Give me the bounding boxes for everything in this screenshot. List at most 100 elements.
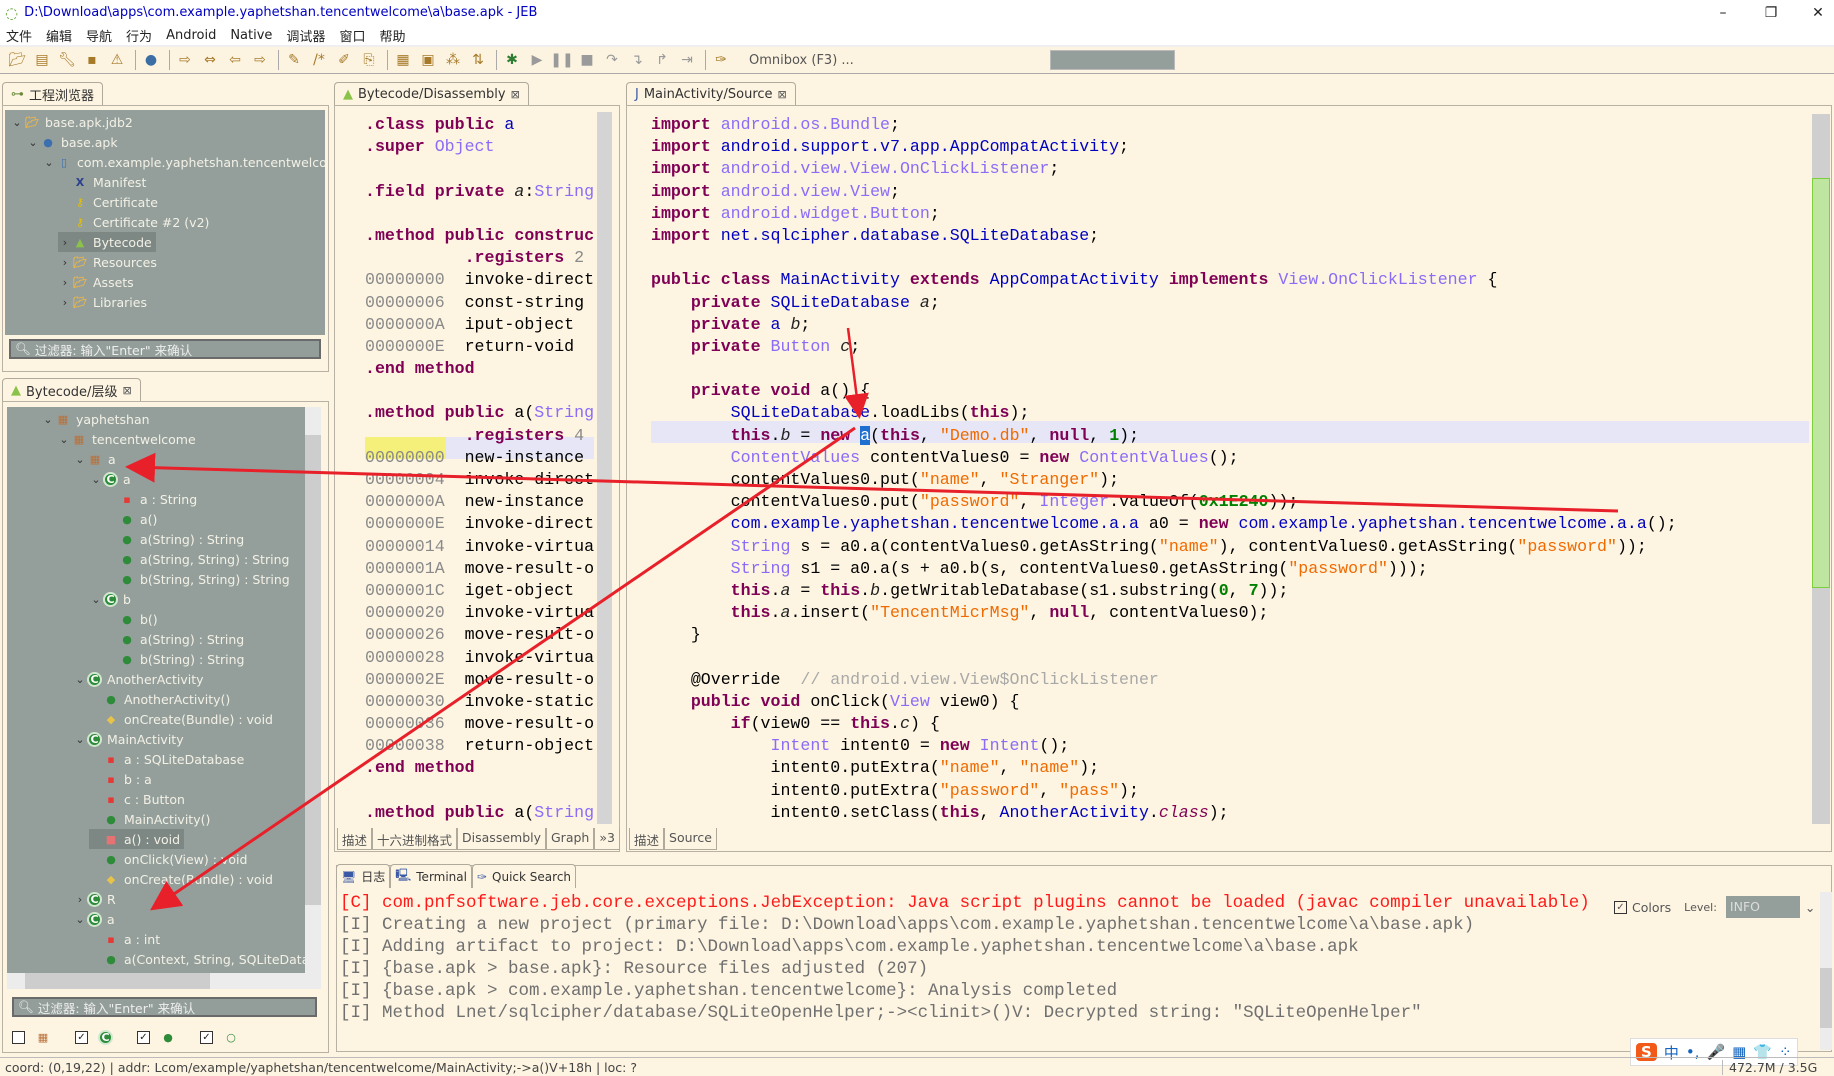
tree-item[interactable]: X Manifest (58, 172, 147, 192)
tab-bytecode-disassembly[interactable]: ▲ Bytecode/Disassembly ⊠ (334, 82, 529, 106)
view-tab-2[interactable]: Disassembly (457, 828, 546, 850)
rename-icon[interactable]: ✎ (283, 49, 305, 71)
run-to-icon[interactable]: ⇥ (676, 49, 698, 71)
bookmarks-icon[interactable]: ⁂ (442, 49, 464, 71)
menu-5[interactable]: Native (230, 28, 272, 43)
step-out-icon[interactable]: ↱ (651, 49, 673, 71)
close-button[interactable]: ✕ (1795, 0, 1834, 25)
chevron-down-icon[interactable]: ⌄ (89, 473, 103, 486)
globe-icon[interactable]: ● (140, 49, 162, 71)
view-tab-0[interactable]: 描述 (337, 828, 373, 850)
tree-item[interactable]: ● b(String) : String (105, 649, 244, 669)
source-code[interactable]: import android.os.Bundle; import android.… (651, 114, 1809, 826)
jump-icon[interactable]: ⇨ (174, 49, 196, 71)
tree-item[interactable]: ▪ a : SQLiteDatabase (89, 749, 244, 769)
tree-item[interactable]: ▪ a : int (89, 929, 160, 949)
chevron-down-icon[interactable]: ⌄ (73, 673, 87, 686)
tree-item[interactable]: ● onClick(View) : void (89, 849, 247, 869)
filter-checkbox[interactable]: ✓ (137, 1030, 150, 1044)
menu-7[interactable]: 窗口 (339, 26, 365, 45)
close-tab-icon[interactable]: ⊠ (778, 88, 787, 101)
stop-icon[interactable]: ■ (576, 49, 598, 71)
hierarchy-filter-input[interactable]: 🔍︎ 过滤器: 输入"Enter" 来确认 (12, 997, 317, 1017)
tree-item[interactable]: › ▲ Bytecode (58, 232, 156, 252)
tree-item[interactable]: ⌄ ▦ a (73, 449, 115, 469)
minimize-button[interactable]: – (1700, 0, 1746, 25)
chevron-down-icon[interactable]: ⌄ (89, 593, 103, 606)
chevron-down-icon[interactable]: ⌄ (41, 413, 55, 426)
tree-item[interactable]: ● a(Context, String, SQLiteDatabase (89, 949, 305, 969)
close-tab-icon[interactable]: ⊠ (511, 88, 520, 101)
log-tab-2[interactable]: ✑ Quick Search (471, 864, 577, 888)
tree-item[interactable]: ⚷ Certificate (58, 192, 158, 212)
tree-item[interactable]: › 📂︎ Resources (58, 252, 157, 272)
hierarchy-horizontal-scrollbar[interactable] (7, 973, 321, 989)
tree-item[interactable]: ⌄ ▦ yaphetshan (41, 409, 149, 429)
view-tab-1[interactable]: Source (664, 828, 717, 850)
plugin-icon[interactable]: ✑ (710, 49, 732, 71)
tree-item[interactable]: ◆ onCreate(Bundle) : void (89, 709, 273, 729)
filter-checkbox[interactable]: ✓ (75, 1030, 88, 1044)
tree-item[interactable]: › 📂︎ Assets (58, 272, 134, 292)
tree-item[interactable]: ⌄ ▯ com.example.yaphetshan.tencentwelcome (42, 152, 325, 172)
tab-project-explorer[interactable]: ⊶ 工程浏览器 (2, 82, 104, 106)
tree-item[interactable]: ● a() (105, 509, 157, 529)
tree-item[interactable]: ● a(String) : String (105, 529, 244, 549)
chevron-down-icon[interactable]: ⌄ (73, 913, 87, 926)
source-scrollbar[interactable] (1812, 114, 1830, 824)
chevron-down-icon[interactable]: ⌄ (26, 136, 40, 149)
selected-identifier[interactable]: a (860, 425, 871, 445)
chevron-down-icon[interactable]: ⌄ (42, 156, 56, 169)
log-output[interactable]: [C] com.pnfsoftware.jeb.core.exceptions.… (340, 892, 1610, 1042)
back-icon[interactable]: ⇦ (224, 49, 246, 71)
view-tab-0[interactable]: 描述 (629, 828, 665, 850)
menu-2[interactable]: 导航 (86, 26, 112, 45)
menu-3[interactable]: 行为 (126, 26, 152, 45)
package-icon[interactable]: ▦ (392, 49, 414, 71)
menu-8[interactable]: 帮助 (379, 26, 405, 45)
step-over-icon[interactable]: ↷ (601, 49, 623, 71)
filter-checkbox[interactable] (12, 1030, 25, 1044)
menu-4[interactable]: Android (166, 28, 216, 43)
chevron-right-icon[interactable]: › (73, 893, 87, 906)
menu-1[interactable]: 编辑 (46, 26, 72, 45)
tree-item[interactable]: ● b() (105, 609, 158, 629)
tree-item[interactable]: › C R (73, 889, 116, 909)
tree-item[interactable]: ⌄ C AnotherActivity (73, 669, 204, 689)
chevron-down-icon[interactable]: ⌄ (73, 453, 87, 466)
chevron-right-icon[interactable]: › (58, 296, 72, 309)
properties-icon[interactable]: ▪ (81, 49, 103, 71)
tree-item[interactable]: ● MainActivity() (89, 809, 210, 829)
pause-icon[interactable]: ❚❚ (550, 49, 573, 71)
tree-item[interactable]: ● a(String, String) : String (105, 549, 289, 569)
open-icon[interactable]: 📂︎ (6, 49, 28, 71)
tree-item[interactable]: ▪ c : Button (89, 789, 185, 809)
perspective-switcher[interactable] (1050, 50, 1175, 70)
log-scrollbar[interactable] (1820, 892, 1832, 1050)
tree-item[interactable]: ⚷ Certificate #2 (v2) (58, 212, 209, 232)
level-select[interactable]: INFO (1725, 896, 1800, 918)
log-tab-0[interactable]: 🖥︎ 日志 (336, 864, 391, 888)
restore-button[interactable]: ❐ (1748, 0, 1794, 25)
tree-item[interactable]: ⌄ 📂︎ base.apk.jdb2 (10, 112, 132, 132)
tree-item[interactable]: ● b(String, String) : String (105, 569, 290, 589)
view-tab-3[interactable]: Graph (546, 828, 595, 850)
forward-icon[interactable]: ⇨ (249, 49, 271, 71)
tree-item[interactable]: ⌄ Ca (89, 469, 131, 489)
disassembly-scrollbar[interactable] (597, 112, 612, 824)
wrench-icon[interactable]: 🔧︎ (56, 49, 78, 71)
omnibox-button[interactable]: Omnibox (F3) ... (749, 53, 854, 68)
colors-checkbox[interactable]: ✓ (1614, 900, 1627, 914)
tree-item[interactable]: ⌄ C MainActivity (73, 729, 184, 749)
edit-icon[interactable]: ✐ (333, 49, 355, 71)
chevron-right-icon[interactable]: › (58, 276, 72, 289)
menu-6[interactable]: 调试器 (286, 26, 325, 45)
tree-item[interactable]: ⌄ ▦ tencentwelcome (57, 429, 195, 449)
chevron-right-icon[interactable]: › (58, 236, 72, 249)
tree-item[interactable]: ⌄ ● base.apk (26, 132, 117, 152)
tree-item[interactable]: ⌄ Cb (89, 589, 131, 609)
tab-bytecode-hierarchy[interactable]: ▲ Bytecode/层级 ⊠ (2, 378, 141, 402)
view-tab-4[interactable]: »3 (594, 828, 620, 850)
tree-item[interactable]: ● AnotherActivity() (89, 689, 230, 709)
chevron-down-icon[interactable]: ⌄ (57, 433, 71, 446)
